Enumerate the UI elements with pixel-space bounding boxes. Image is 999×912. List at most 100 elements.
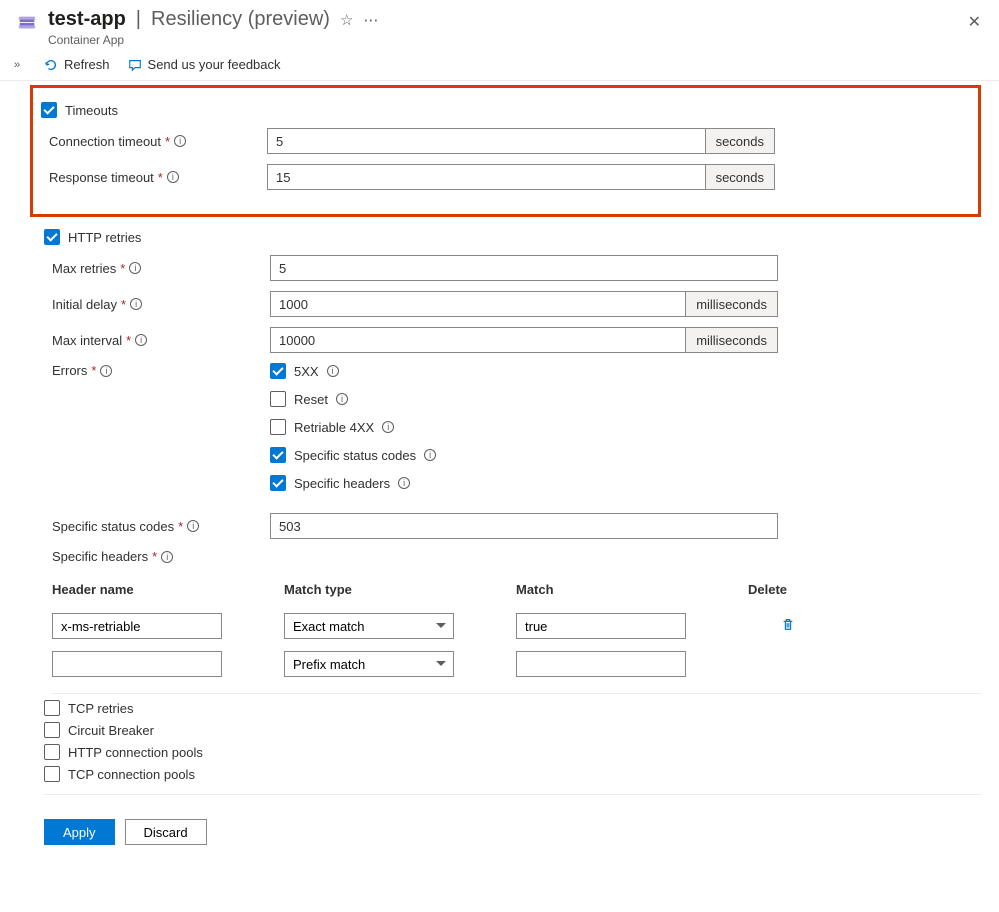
feedback-icon: [128, 58, 142, 72]
info-icon[interactable]: i: [161, 551, 173, 563]
form-content: Timeouts Connection timeout * i seconds …: [0, 85, 999, 863]
error-reset-option[interactable]: Reset i: [270, 391, 436, 407]
timeouts-highlight: Timeouts Connection timeout * i seconds …: [30, 85, 981, 217]
initial-delay-unit: milliseconds: [686, 291, 778, 317]
max-retries-row: Max retries * i: [44, 255, 981, 281]
col-header-name: Header name: [52, 582, 272, 597]
error-specific-headers-checkbox[interactable]: [270, 475, 286, 491]
info-icon[interactable]: i: [130, 298, 142, 310]
initial-delay-input[interactable]: [270, 291, 686, 317]
specific-codes-input[interactable]: [270, 513, 778, 539]
footer-actions: Apply Discard: [44, 807, 981, 845]
error-specific-headers-option[interactable]: Specific headers i: [270, 475, 436, 491]
tcp-pools-section-toggle[interactable]: TCP connection pools: [44, 766, 981, 782]
timeouts-checkbox[interactable]: [41, 102, 57, 118]
info-icon[interactable]: i: [167, 171, 179, 183]
more-menu-icon[interactable]: ⋯: [363, 11, 378, 29]
timeouts-section-toggle[interactable]: Timeouts: [41, 102, 966, 118]
error-specific-codes-checkbox[interactable]: [270, 447, 286, 463]
col-header-match: Match: [516, 582, 736, 597]
match-type-select[interactable]: Exact match: [284, 613, 454, 639]
specific-headers-table: Header name Match type Match Delete Exac…: [52, 576, 981, 694]
info-icon[interactable]: i: [135, 334, 147, 346]
favorite-star-icon[interactable]: ☆: [340, 11, 353, 29]
http-retries-checkbox[interactable]: [44, 229, 60, 245]
max-interval-label: Max interval: [52, 333, 122, 348]
info-icon[interactable]: i: [100, 365, 112, 377]
circuit-breaker-checkbox[interactable]: [44, 722, 60, 738]
expand-chevron-icon[interactable]: »: [14, 59, 20, 71]
response-timeout-row: Response timeout * i seconds: [41, 164, 966, 190]
connection-timeout-unit: seconds: [706, 128, 775, 154]
table-row: Prefix match: [52, 645, 981, 683]
title-block: test-app | Resiliency (preview) ☆ ⋯ Cont…: [48, 8, 378, 47]
info-icon[interactable]: i: [327, 365, 339, 377]
specific-codes-label: Specific status codes: [52, 519, 174, 534]
specific-headers-label: Specific headers: [52, 549, 148, 564]
trash-icon: [781, 617, 795, 631]
match-type-select[interactable]: Prefix match: [284, 651, 454, 677]
info-icon[interactable]: i: [187, 520, 199, 532]
resource-type: Container App: [48, 33, 378, 47]
initial-delay-label: Initial delay: [52, 297, 117, 312]
tcp-retries-section-toggle[interactable]: TCP retries: [44, 700, 981, 716]
max-interval-row: Max interval * i milliseconds: [44, 327, 981, 353]
info-icon[interactable]: i: [129, 262, 141, 274]
connection-timeout-row: Connection timeout * i seconds: [41, 128, 966, 154]
initial-delay-row: Initial delay * i milliseconds: [44, 291, 981, 317]
specific-headers-row: Specific headers * i: [44, 549, 981, 564]
max-interval-input[interactable]: [270, 327, 686, 353]
title-separator: |: [136, 8, 141, 31]
command-bar: » Refresh Send us your feedback: [0, 51, 999, 81]
tcp-retries-checkbox[interactable]: [44, 700, 60, 716]
response-timeout-input[interactable]: [267, 164, 706, 190]
match-value-input[interactable]: [516, 613, 686, 639]
table-header: Header name Match type Match Delete: [52, 576, 981, 607]
info-icon[interactable]: i: [174, 135, 186, 147]
info-icon[interactable]: i: [424, 449, 436, 461]
match-value-input[interactable]: [516, 651, 686, 677]
tcp-pools-checkbox[interactable]: [44, 766, 60, 782]
error-retriable-4xx-option[interactable]: Retriable 4XX i: [270, 419, 436, 435]
delete-row-button[interactable]: [748, 617, 828, 635]
refresh-icon: [44, 58, 58, 72]
info-icon[interactable]: i: [382, 421, 394, 433]
header-name-input[interactable]: [52, 651, 222, 677]
specific-codes-row: Specific status codes * i: [44, 513, 981, 539]
connection-timeout-label: Connection timeout: [49, 134, 161, 149]
http-retries-section-toggle[interactable]: HTTP retries: [44, 229, 981, 245]
circuit-breaker-section-toggle[interactable]: Circuit Breaker: [44, 722, 981, 738]
max-interval-unit: milliseconds: [686, 327, 778, 353]
response-timeout-unit: seconds: [706, 164, 775, 190]
timeouts-label: Timeouts: [65, 103, 118, 118]
app-name: test-app: [48, 8, 126, 31]
max-retries-input[interactable]: [270, 255, 778, 281]
errors-options: 5XX i Reset i Retriable 4XX i Specific s…: [270, 363, 436, 503]
feedback-button[interactable]: Send us your feedback: [128, 57, 281, 72]
error-specific-codes-option[interactable]: Specific status codes i: [270, 447, 436, 463]
response-timeout-label: Response timeout: [49, 170, 154, 185]
table-row: Exact match: [52, 607, 981, 645]
page-title: Resiliency (preview): [151, 8, 330, 31]
discard-button[interactable]: Discard: [125, 819, 207, 845]
errors-label: Errors: [52, 363, 87, 378]
required-indicator: *: [165, 134, 170, 149]
header-name-input[interactable]: [52, 613, 222, 639]
close-icon[interactable]: ✕: [968, 12, 981, 32]
info-icon[interactable]: i: [398, 477, 410, 489]
required-indicator: *: [158, 170, 163, 185]
http-pools-section-toggle[interactable]: HTTP connection pools: [44, 744, 981, 760]
connection-timeout-input[interactable]: [267, 128, 706, 154]
page-header: test-app | Resiliency (preview) ☆ ⋯ Cont…: [0, 0, 999, 51]
http-pools-checkbox[interactable]: [44, 744, 60, 760]
error-reset-checkbox[interactable]: [270, 391, 286, 407]
error-5xx-option[interactable]: 5XX i: [270, 363, 436, 379]
errors-row: Errors * i 5XX i Reset i Retriable 4XX i: [44, 363, 981, 503]
error-5xx-checkbox[interactable]: [270, 363, 286, 379]
refresh-button[interactable]: Refresh: [44, 57, 110, 72]
container-app-icon: [16, 12, 38, 34]
error-retriable-4xx-checkbox[interactable]: [270, 419, 286, 435]
info-icon[interactable]: i: [336, 393, 348, 405]
col-header-match-type: Match type: [284, 582, 504, 597]
apply-button[interactable]: Apply: [44, 819, 115, 845]
